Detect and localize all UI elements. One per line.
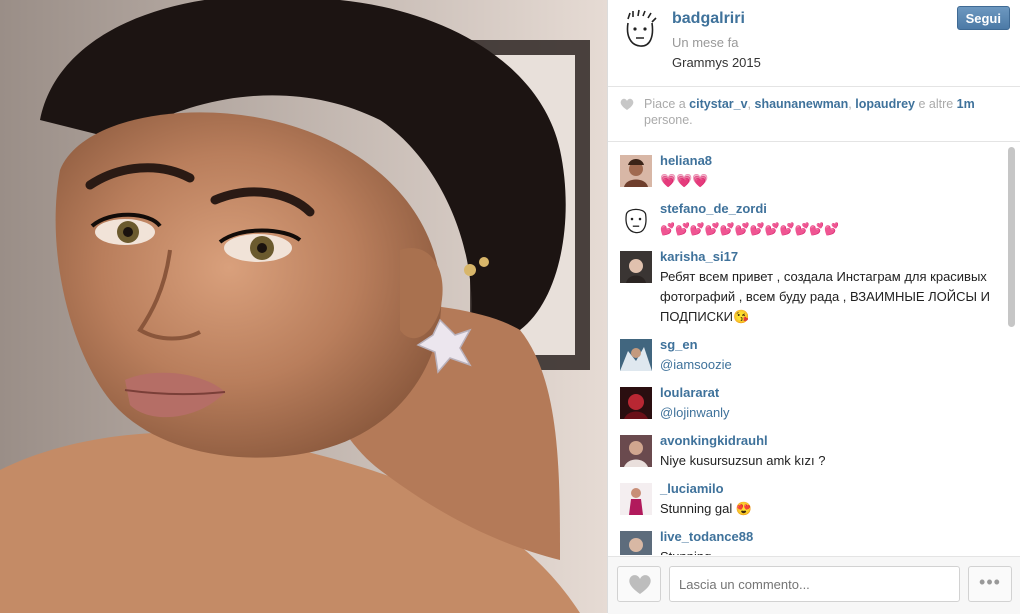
scrollbar-thumb[interactable] <box>1008 147 1015 327</box>
comment-text: Niye kusursuzsun amk kızı ? <box>660 453 826 468</box>
likes-text: Piace a citystar_v, shaunanewman, lopaud… <box>644 96 1004 128</box>
commenter-avatar[interactable] <box>620 387 652 419</box>
commenter-avatar[interactable] <box>620 483 652 515</box>
portrait-illustration <box>0 0 607 613</box>
post-header: badgalriri Un mese fa Grammys 2015 Segui <box>608 0 1020 87</box>
commenter-avatar[interactable] <box>620 203 652 235</box>
profile-photo-icon <box>620 531 652 555</box>
post-side-panel: badgalriri Un mese fa Grammys 2015 Segui… <box>607 0 1020 614</box>
doodle-face-icon <box>626 9 657 47</box>
commenter-avatar[interactable] <box>620 251 652 283</box>
profile-photo-icon <box>620 435 652 467</box>
likes-suffix: persone. <box>644 113 693 127</box>
commenter-username[interactable]: karisha_si17 <box>660 249 738 264</box>
more-options-button[interactable]: ••• <box>968 566 1012 602</box>
post-caption: Grammys 2015 <box>672 55 761 70</box>
author-avatar[interactable] <box>620 9 660 49</box>
profile-photo-icon <box>620 387 652 419</box>
post-time: Un mese fa <box>672 35 739 50</box>
heart-icon <box>620 98 634 110</box>
doodle-face-icon <box>625 208 647 234</box>
profile-photo-icon <box>620 155 652 187</box>
comments-list[interactable]: heliana8 💗💗💗 stefano_de_zordi 💕💕💕💕💕💕💕💕💕💕… <box>608 145 1006 555</box>
comment-text: Ребят всем привет , создала Инстаграм дл… <box>660 269 990 324</box>
likes-middle: e altre <box>914 97 957 111</box>
commenter-avatar[interactable] <box>620 339 652 371</box>
profile-photo-icon <box>620 339 652 371</box>
commenter-username[interactable]: loulararat <box>660 385 719 400</box>
likes-summary: Piace a citystar_v, shaunanewman, lopaud… <box>608 87 1020 142</box>
profile-photo-icon <box>620 251 652 283</box>
heart-icon <box>629 575 651 594</box>
comment-input[interactable] <box>669 566 960 602</box>
comments-scrollbar[interactable] <box>1008 145 1016 555</box>
likes-prefix: Piace a <box>644 97 690 111</box>
liker-link[interactable]: citystar_v <box>689 97 747 111</box>
liker-link[interactable]: shaunanewman <box>755 97 849 111</box>
comment-text: Stunning gal 😍 <box>660 501 753 516</box>
comment-mention[interactable]: @lojinwanly <box>660 403 1005 423</box>
comment-text: 💗💗💗 <box>660 173 709 188</box>
commenter-avatar[interactable] <box>620 435 652 467</box>
likes-count[interactable]: 1m <box>957 97 975 111</box>
commenter-username[interactable]: _luciamilo <box>660 481 724 496</box>
comment-text: Stunning <box>660 547 1005 555</box>
commenter-username[interactable]: sg_en <box>660 337 698 352</box>
comment-mention[interactable]: @iamsoozie <box>660 355 1005 375</box>
comment-text: 💕💕💕💕💕💕💕💕💕💕💕💕 <box>660 222 840 236</box>
commenter-avatar[interactable] <box>620 155 652 187</box>
comment-composer: ••• <box>608 556 1020 614</box>
liker-link[interactable]: lopaudrey <box>855 97 915 111</box>
commenter-username[interactable]: live_todance88 <box>660 529 753 544</box>
commenter-username[interactable]: heliana8 <box>660 153 712 168</box>
commenter-username[interactable]: stefano_de_zordi <box>660 201 767 216</box>
likes-separator: , <box>747 97 755 111</box>
author-username[interactable]: badgalriri <box>672 10 745 28</box>
follow-button[interactable]: Segui <box>956 6 1010 30</box>
commenter-username[interactable]: avonkingkidrauhl <box>660 433 768 448</box>
like-button[interactable] <box>617 566 661 602</box>
post-photo[interactable] <box>0 0 607 613</box>
profile-photo-icon <box>620 483 652 515</box>
commenter-avatar[interactable] <box>620 531 652 555</box>
